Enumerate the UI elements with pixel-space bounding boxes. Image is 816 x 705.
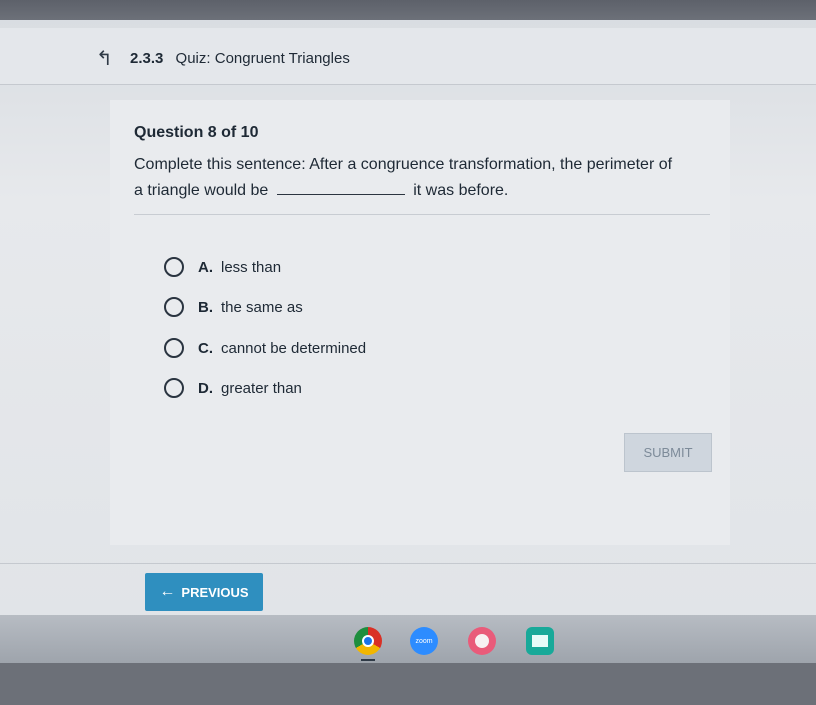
radio-button[interactable] [164, 378, 184, 398]
paint-icon[interactable] [468, 627, 496, 655]
option-text: less than [221, 258, 282, 276]
option-letter: D. [198, 379, 213, 397]
option-text: greater than [221, 379, 302, 397]
back-arrow-icon[interactable]: ↰ [96, 48, 118, 70]
quiz-number: 2.3.3 [130, 50, 164, 67]
taskbar-shelf [0, 615, 816, 663]
option-letter: C. [198, 339, 213, 357]
submit-button[interactable]: SUBMIT [624, 433, 712, 472]
option-c[interactable]: C. cannot be determined [164, 337, 366, 359]
option-letter: A. [198, 258, 213, 276]
question-text-line2-before: a triangle would be [134, 182, 269, 199]
option-a[interactable]: A. less than [164, 256, 281, 278]
question-text-line1: Complete this sentence: After a congruen… [134, 156, 673, 173]
slides-icon[interactable] [526, 627, 554, 655]
question-counter: Question 8 of 10 [134, 124, 259, 141]
option-text: cannot be determined [221, 339, 367, 357]
previous-button[interactable]: ← PREVIOUS [145, 573, 263, 611]
quiz-label: Quiz: [175, 50, 211, 67]
radio-button[interactable] [164, 297, 184, 317]
quiz-name: Congruent Triangles [214, 50, 350, 67]
option-text: the same as [221, 298, 303, 316]
question-text-line2-after: it was before. [413, 182, 509, 199]
quiz-title: 2.3.3 Quiz: Congruent Triangles [130, 50, 350, 67]
answer-blank [276, 180, 405, 195]
divider [134, 214, 710, 215]
chrome-icon[interactable] [354, 627, 382, 655]
question-text: Complete this sentence: After a congruen… [134, 152, 734, 204]
bottom-bezel [0, 663, 816, 705]
footer-divider [0, 563, 816, 564]
previous-label: PREVIOUS [181, 584, 249, 600]
arrow-left-icon: ← [159, 583, 176, 600]
radio-button[interactable] [164, 338, 184, 358]
option-b[interactable]: B. the same as [164, 296, 303, 318]
zoom-icon[interactable]: zoom [410, 627, 438, 655]
zoom-label: zoom [415, 637, 433, 645]
option-letter: B. [198, 298, 213, 316]
radio-button[interactable] [164, 257, 184, 277]
header-bar [0, 28, 816, 85]
active-app-indicator [361, 659, 375, 661]
option-d[interactable]: D. greater than [164, 377, 302, 399]
